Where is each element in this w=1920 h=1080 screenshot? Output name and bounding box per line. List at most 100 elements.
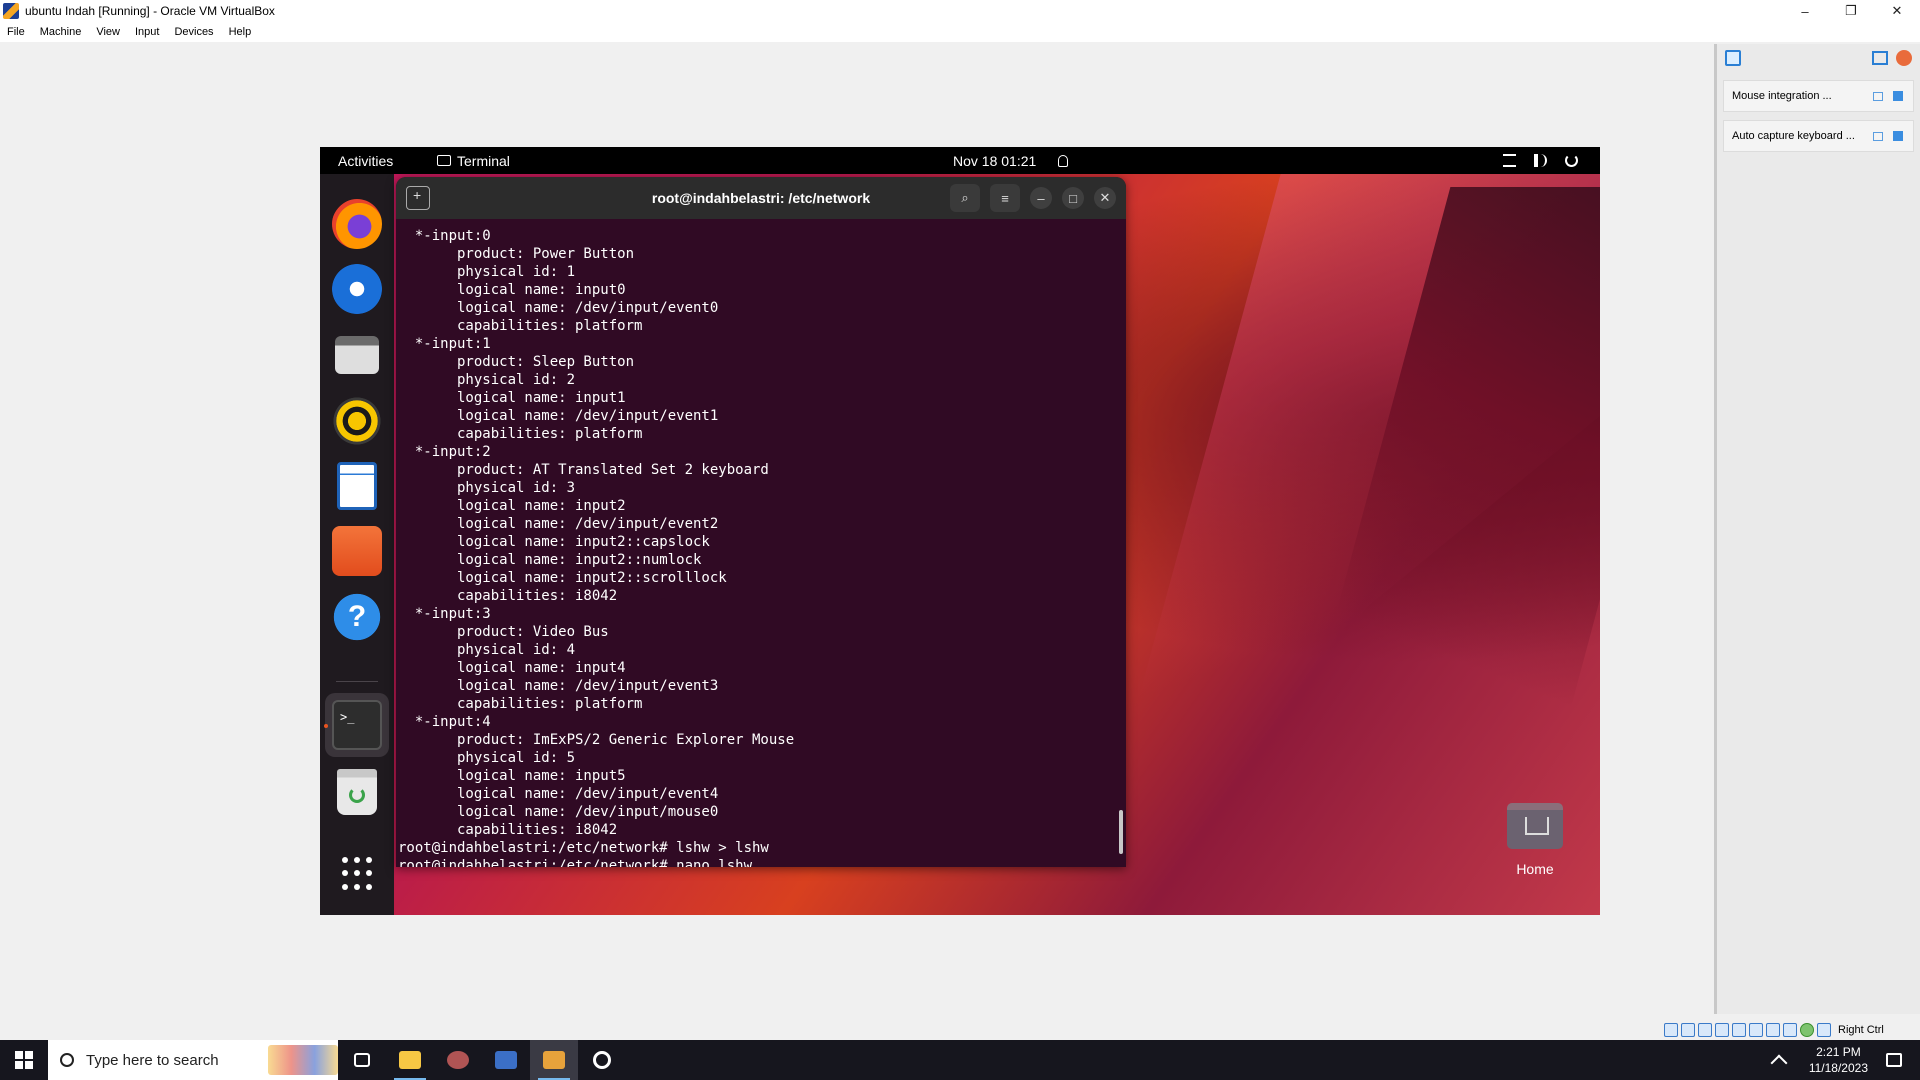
- ubuntu-dock: ? >_: [320, 174, 394, 915]
- chat-app-icon[interactable]: [434, 1040, 482, 1080]
- virtualbox-vm-icon[interactable]: [530, 1040, 578, 1080]
- terminal-line: logical name: input2::scrolllock: [398, 570, 727, 586]
- task-view-icon[interactable]: [338, 1040, 386, 1080]
- terminal-line: physical id: 4: [398, 642, 576, 658]
- rhythmbox-icon[interactable]: [332, 396, 382, 446]
- vm-status-bar: Right Ctrl: [1660, 1020, 1920, 1040]
- system-menu[interactable]: [1503, 154, 1578, 167]
- close-button[interactable]: ✕: [1094, 187, 1116, 209]
- notification-mouse-integration[interactable]: Mouse integration ...: [1723, 80, 1914, 112]
- menu-devices[interactable]: Devices: [167, 26, 221, 38]
- display-icon[interactable]: [1766, 1023, 1780, 1037]
- close-button[interactable]: ✕: [1874, 0, 1920, 22]
- do-not-show-icon[interactable]: [1873, 91, 1883, 101]
- notification-text: Auto capture keyboard ...: [1732, 130, 1855, 142]
- terminal-header-bar[interactable]: root@indahbelastri: /etc/network ⌕ ≡ – □…: [396, 177, 1126, 219]
- taskbar-search-box[interactable]: Type here to search: [48, 1040, 338, 1080]
- file-explorer-icon[interactable]: [386, 1040, 434, 1080]
- firefox-icon[interactable]: [332, 199, 382, 249]
- clock[interactable]: Nov 18 01:21: [953, 153, 1036, 169]
- show-apps-icon[interactable]: [332, 849, 382, 899]
- terminal-line: logical name: input4: [398, 660, 626, 676]
- search-placeholder: Type here to search: [86, 1051, 219, 1069]
- shared-folders-icon[interactable]: [1749, 1023, 1763, 1037]
- dismiss-all-icon[interactable]: [1896, 50, 1912, 66]
- menu-machine[interactable]: Machine: [33, 26, 90, 38]
- menu-help[interactable]: Help: [222, 26, 260, 38]
- notification-center-icon[interactable]: [1725, 50, 1741, 66]
- notification-auto-capture[interactable]: Auto capture keyboard ...: [1723, 120, 1914, 152]
- host-key-label: Right Ctrl: [1838, 1024, 1884, 1036]
- hamburger-menu-button[interactable]: ≡: [990, 184, 1020, 212]
- virtualbox-manager-icon[interactable]: [482, 1040, 530, 1080]
- menu-input[interactable]: Input: [128, 26, 167, 38]
- restore-button[interactable]: ❐: [1828, 0, 1874, 22]
- libreoffice-writer-icon[interactable]: [337, 462, 377, 510]
- gnome-top-bar: Activities Terminal Nov 18 01:21: [320, 147, 1600, 174]
- terminal-line: logical name: input0: [398, 282, 626, 298]
- network-icon[interactable]: [1715, 1023, 1729, 1037]
- start-button[interactable]: [0, 1040, 48, 1080]
- terminal-line: product: ImExPS/2 Generic Explorer Mouse: [398, 732, 795, 748]
- help-icon[interactable]: ?: [332, 592, 382, 642]
- menu-view[interactable]: View: [89, 26, 128, 38]
- minimize-button[interactable]: –: [1030, 187, 1052, 209]
- terminal-window[interactable]: root@indahbelastri: /etc/network ⌕ ≡ – □…: [396, 177, 1126, 867]
- usb-icon[interactable]: [1732, 1023, 1746, 1037]
- activities-button[interactable]: Activities: [338, 153, 393, 169]
- files-icon[interactable]: [335, 336, 379, 374]
- terminal-line: capabilities: platform: [398, 426, 643, 442]
- close-notification-icon[interactable]: [1893, 131, 1903, 141]
- trash-icon[interactable]: [337, 769, 377, 815]
- terminal-line: *-input:2: [398, 444, 491, 460]
- terminal-line: product: Video Bus: [398, 624, 609, 640]
- recycle-icon: [349, 787, 365, 803]
- terminal-output[interactable]: *-input:0 product: Power Button physical…: [396, 227, 1126, 867]
- running-indicator: [324, 724, 328, 728]
- terminal-scrollbar[interactable]: [1119, 810, 1123, 854]
- close-notification-icon[interactable]: [1893, 91, 1903, 101]
- terminal-header-buttons: ⌕ ≡ – □ ✕: [950, 184, 1116, 212]
- mouse-integration-icon[interactable]: [1817, 1023, 1831, 1037]
- thunderbird-icon[interactable]: [332, 264, 382, 314]
- menu-file[interactable]: File: [0, 26, 33, 38]
- volume-icon: [1534, 154, 1547, 167]
- alarm-icon: [1058, 154, 1068, 167]
- taskbar-clock[interactable]: 2:21 PM 11/18/2023: [1809, 1044, 1868, 1076]
- do-not-show-icon[interactable]: [1873, 131, 1883, 141]
- window-title: ubuntu Indah [Running] - Oracle VM Virtu…: [25, 4, 275, 18]
- recording-icon[interactable]: [1783, 1023, 1797, 1037]
- terminal-line: physical id: 2: [398, 372, 576, 388]
- terminal-line: logical name: /dev/input/mouse0: [398, 804, 719, 820]
- terminal-line: logical name: input2: [398, 498, 626, 514]
- minimize-button[interactable]: –: [1782, 0, 1828, 22]
- terminal-line: *-input:0: [398, 228, 491, 244]
- action-center-icon[interactable]: [1886, 1053, 1902, 1067]
- terminal-line: capabilities: platform: [398, 318, 643, 334]
- desktop-home-folder[interactable]: Home: [1505, 803, 1565, 877]
- terminal-line: product: Sleep Button: [398, 354, 635, 370]
- terminal-line: *-input:1: [398, 336, 491, 352]
- maximize-button[interactable]: □: [1062, 187, 1084, 209]
- settings-gear-icon[interactable]: [578, 1040, 626, 1080]
- terminal-line: logical name: /dev/input/event4: [398, 786, 719, 802]
- guest-screen[interactable]: Activities Terminal Nov 18 01:21 ? >_ Ho…: [320, 147, 1600, 915]
- app-store-icon[interactable]: [332, 526, 382, 576]
- terminal-line: product: Power Button: [398, 246, 635, 262]
- dock-separator: [336, 681, 378, 682]
- terminal-line: *-input:4: [398, 714, 491, 730]
- app-menu-label: Terminal: [457, 152, 510, 169]
- search-button[interactable]: ⌕: [950, 184, 980, 212]
- network-icon: [1503, 154, 1516, 167]
- terminal-line: logical name: input5: [398, 768, 626, 784]
- cpu-activity-icon[interactable]: [1800, 1023, 1814, 1037]
- show-hidden-icons-icon[interactable]: [1770, 1054, 1788, 1072]
- audio-icon[interactable]: [1698, 1023, 1712, 1037]
- terminal-line: physical id: 1: [398, 264, 576, 280]
- toggle-sort-icon[interactable]: [1872, 51, 1888, 65]
- terminal-line: logical name: input1: [398, 390, 626, 406]
- terminal-icon[interactable]: >_: [332, 700, 382, 750]
- app-menu[interactable]: Terminal: [437, 153, 510, 169]
- hard-disk-icon[interactable]: [1664, 1023, 1678, 1037]
- optical-drive-icon[interactable]: [1681, 1023, 1695, 1037]
